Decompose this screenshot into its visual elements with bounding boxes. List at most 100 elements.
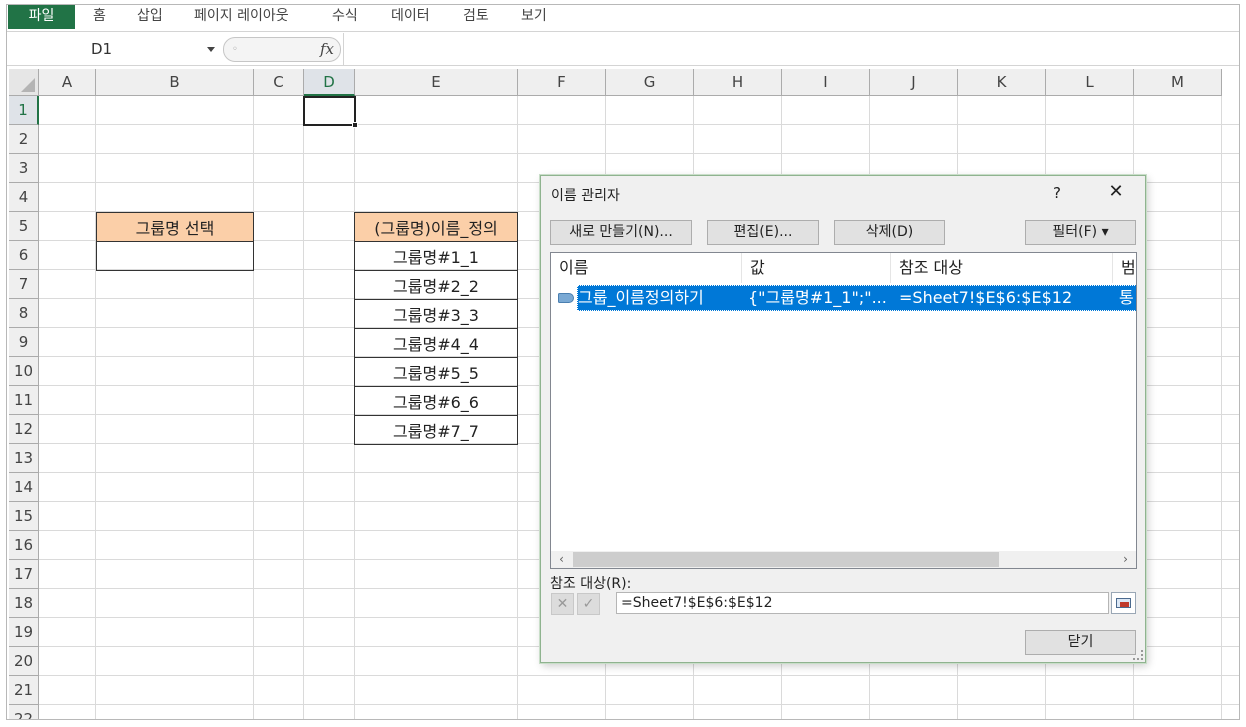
- row-header-13[interactable]: 13: [9, 444, 39, 473]
- collapse-dialog-icon[interactable]: [1111, 592, 1136, 614]
- tab-review[interactable]: 검토: [463, 5, 489, 29]
- resize-handle-icon[interactable]: ◦: [232, 44, 238, 55]
- scroll-right-icon[interactable]: ›: [1117, 551, 1134, 568]
- filter-button[interactable]: 필터(F) ▾: [1025, 220, 1136, 245]
- list-header-name[interactable]: 이름: [551, 253, 742, 283]
- list-item-selected[interactable]: 그룹_이름정의하기 {"그룹명#1_1";"... =Sheet7!$E$6:$…: [577, 285, 1136, 311]
- resize-grip-icon[interactable]: [1133, 650, 1143, 660]
- column-header-d[interactable]: D: [304, 69, 355, 96]
- gridline: [39, 675, 1239, 676]
- row-header-4[interactable]: 4: [9, 183, 39, 212]
- edit-name-button[interactable]: 편집(E)...: [707, 220, 819, 245]
- name-tag-icon: [558, 293, 574, 303]
- tab-data[interactable]: 데이터: [391, 5, 430, 29]
- close-button[interactable]: 닫기: [1025, 630, 1136, 655]
- fill-handle[interactable]: [352, 122, 358, 128]
- cell-e8[interactable]: 그룹명#3_3: [354, 299, 518, 329]
- row-header-1[interactable]: 1: [9, 96, 39, 125]
- scrollbar-thumb[interactable]: [573, 552, 999, 567]
- row-header-8[interactable]: 8: [9, 299, 39, 328]
- cell-e10[interactable]: 그룹명#5_5: [354, 357, 518, 387]
- column-header-i[interactable]: I: [782, 69, 870, 96]
- row-header-21[interactable]: 21: [9, 676, 39, 705]
- close-icon[interactable]: ✕: [1104, 180, 1128, 204]
- horizontal-scrollbar[interactable]: ‹ ›: [551, 551, 1136, 568]
- row-header-10[interactable]: 10: [9, 357, 39, 386]
- scroll-left-icon[interactable]: ‹: [553, 551, 570, 568]
- gridline: [1221, 96, 1222, 719]
- help-icon[interactable]: ?: [1053, 184, 1061, 202]
- refers-to-input[interactable]: =Sheet7!$E$6:$E$12: [616, 592, 1109, 614]
- list-item-scope: 통: [1119, 288, 1134, 307]
- formula-input[interactable]: [345, 37, 1237, 62]
- list-header-refers-to[interactable]: 참조 대상: [891, 253, 1113, 283]
- insert-function-icon[interactable]: fx: [320, 40, 334, 58]
- column-header-k[interactable]: K: [958, 69, 1046, 96]
- row-header-7[interactable]: 7: [9, 270, 39, 299]
- row-header-19[interactable]: 19: [9, 618, 39, 647]
- row-header-16[interactable]: 16: [9, 531, 39, 560]
- row-header-6[interactable]: 6: [9, 241, 39, 270]
- name-box[interactable]: D1: [9, 37, 219, 61]
- row-header-14[interactable]: 14: [9, 473, 39, 502]
- row-header-3[interactable]: 3: [9, 154, 39, 183]
- formula-bar-pill: ◦ fx: [223, 37, 341, 62]
- column-header-j[interactable]: J: [870, 69, 958, 96]
- row-header-12[interactable]: 12: [9, 415, 39, 444]
- tab-insert[interactable]: 삽입: [137, 5, 163, 29]
- column-header-g[interactable]: G: [606, 69, 694, 96]
- gridline: [253, 96, 254, 719]
- confirm-edit-icon[interactable]: ✓: [577, 593, 600, 615]
- new-name-button[interactable]: 새로 만들기(N)...: [550, 220, 692, 245]
- row-header-22[interactable]: 22: [9, 705, 39, 719]
- select-all-corner[interactable]: [9, 69, 39, 96]
- row-header-11[interactable]: 11: [9, 386, 39, 415]
- chevron-down-icon[interactable]: [207, 47, 215, 52]
- tab-home[interactable]: 홈: [93, 5, 106, 29]
- cell-e7[interactable]: 그룹명#2_2: [354, 270, 518, 300]
- cell-b6-group-select-input[interactable]: [96, 241, 254, 271]
- column-header-a[interactable]: A: [39, 69, 96, 96]
- gridline: [303, 96, 304, 719]
- cell-e9[interactable]: 그룹명#4_4: [354, 328, 518, 358]
- list-header-value[interactable]: 값: [742, 253, 891, 283]
- column-header-b[interactable]: B: [96, 69, 254, 96]
- row-header-15[interactable]: 15: [9, 502, 39, 531]
- row-header-9[interactable]: 9: [9, 328, 39, 357]
- tab-page-layout[interactable]: 페이지 레이아웃: [194, 5, 289, 29]
- name-box-value: D1: [91, 40, 113, 58]
- delete-name-button[interactable]: 삭제(D): [834, 220, 945, 245]
- row-header-5[interactable]: 5: [9, 212, 39, 241]
- ribbon-tab-bar: 파일 홈 삽입 페이지 레이아웃 수식 데이터 검토 보기: [7, 5, 1239, 32]
- tab-file[interactable]: 파일: [8, 5, 75, 29]
- gridline: [39, 704, 1239, 705]
- selected-cell-d1[interactable]: [303, 96, 358, 128]
- row-header-17[interactable]: 17: [9, 560, 39, 589]
- refers-to-label: 참조 대상(R):: [550, 576, 632, 592]
- cell-b5-group-select-header[interactable]: 그룹명 선택: [96, 212, 254, 242]
- list-item-value: {"그룹명#1_1";"...: [748, 288, 886, 307]
- cancel-edit-icon[interactable]: ✕: [551, 593, 574, 615]
- column-header-f[interactable]: F: [518, 69, 606, 96]
- cell-e11[interactable]: 그룹명#6_6: [354, 386, 518, 416]
- list-item-name: 그룹_이름정의하기: [578, 288, 704, 307]
- tab-formulas[interactable]: 수식: [332, 5, 358, 29]
- list-header-scope[interactable]: 범: [1113, 253, 1136, 283]
- names-list: 이름 값 참조 대상 범 그룹_이름정의하기 {"그룹명#1_1";"... =…: [550, 252, 1137, 569]
- column-header-m[interactable]: M: [1134, 69, 1222, 96]
- tab-view[interactable]: 보기: [521, 5, 547, 29]
- column-header-c[interactable]: C: [254, 69, 304, 96]
- column-header-l[interactable]: L: [1046, 69, 1134, 96]
- row-header-2[interactable]: 2: [9, 125, 39, 154]
- column-header-h[interactable]: H: [694, 69, 782, 96]
- column-header-e[interactable]: E: [355, 69, 518, 96]
- row-header-20[interactable]: 20: [9, 647, 39, 676]
- cell-e12[interactable]: 그룹명#7_7: [354, 415, 518, 445]
- cell-e5-name-definition-header[interactable]: (그룹명)이름_정의: [354, 212, 518, 242]
- list-item-refers-to: =Sheet7!$E$6:$E$12: [899, 288, 1073, 307]
- formula-bar: D1 ◦ fx: [7, 33, 1239, 66]
- gridline: [39, 153, 1239, 154]
- row-header-18[interactable]: 18: [9, 589, 39, 618]
- formula-divider: [343, 33, 344, 66]
- cell-e6[interactable]: 그룹명#1_1: [354, 241, 518, 271]
